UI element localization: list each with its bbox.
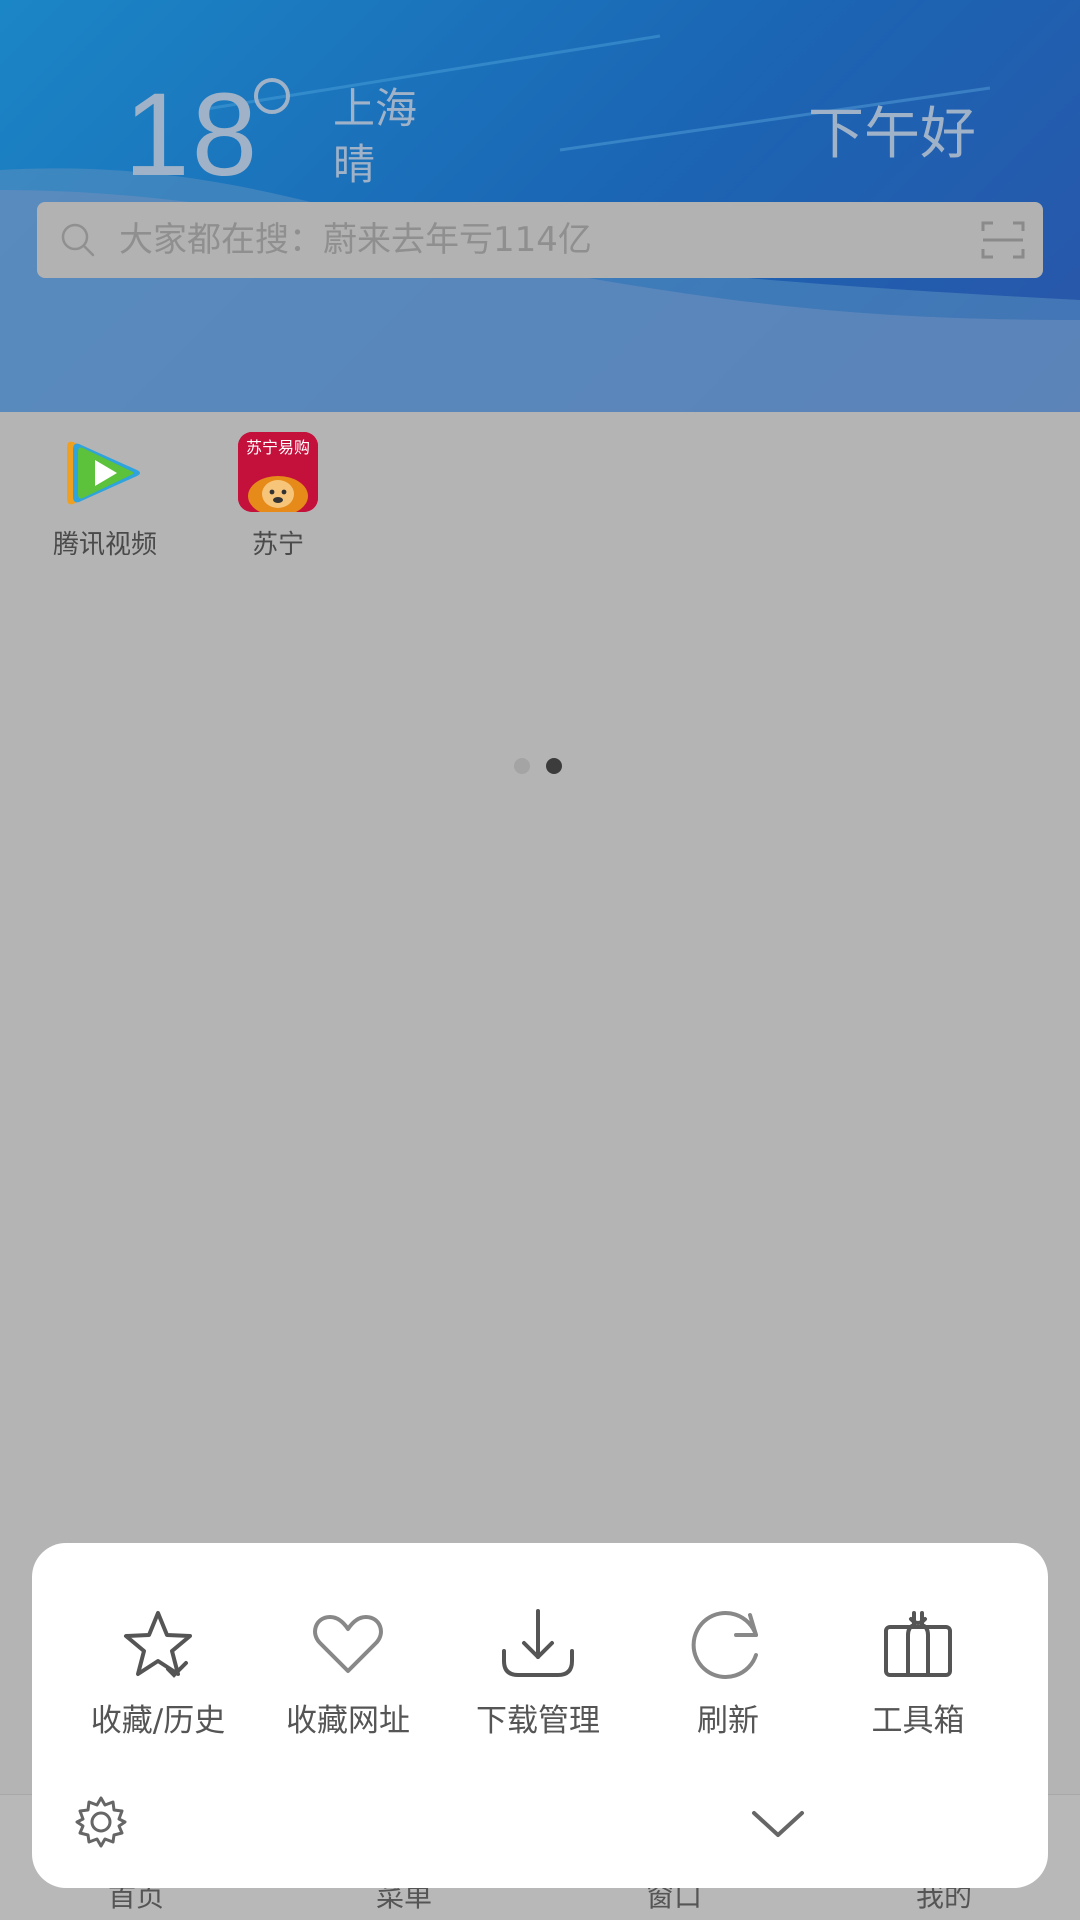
- temperature-value[interactable]: 18: [124, 70, 259, 200]
- star-check-icon: [124, 1611, 192, 1678]
- menu-refresh[interactable]: 刷新: [633, 1605, 823, 1741]
- menu-favorite-url[interactable]: 收藏网址: [253, 1605, 443, 1741]
- search-icon: [61, 223, 95, 257]
- tencent-video-icon: [65, 432, 145, 512]
- page-dot-active[interactable]: [546, 758, 562, 774]
- menu-label: 下载管理: [476, 1703, 600, 1739]
- chevron-down-icon[interactable]: [748, 1805, 808, 1841]
- suning-logo-text: 苏宁易购: [245, 438, 310, 457]
- shortcut-tencent-video[interactable]: 腾讯视频: [25, 432, 185, 562]
- download-icon: [502, 1609, 574, 1677]
- shortcut-suning[interactable]: 苏宁易购 苏宁: [198, 432, 358, 562]
- greeting-text: 下午好: [808, 102, 976, 167]
- degree-icon: [254, 78, 290, 114]
- heart-icon: [313, 1615, 383, 1673]
- menu-download-manager[interactable]: 下载管理: [443, 1605, 633, 1741]
- menu-label: 收藏网址: [286, 1703, 410, 1739]
- gear-icon[interactable]: [74, 1795, 128, 1849]
- menu-label: 刷新: [697, 1703, 759, 1739]
- scan-icon[interactable]: [981, 219, 1025, 261]
- suning-icon: 苏宁易购: [238, 432, 318, 512]
- refresh-icon: [691, 1611, 758, 1679]
- browser-home-screen: 18 上海 晴 下午好 大家都在搜：蔚来去年亏114亿 腾讯视频 苏宁易购 苏宁…: [0, 0, 1080, 1920]
- shortcut-label: 苏宁: [251, 530, 304, 560]
- weather-condition[interactable]: 晴: [333, 140, 375, 190]
- shortcut-label: 腾讯视频: [52, 530, 157, 560]
- menu-label: 工具箱: [871, 1703, 965, 1739]
- weather-city[interactable]: 上海: [333, 84, 417, 134]
- bottom-menu-panel: 收藏/历史 收藏网址 下载管理 刷新 工具箱: [32, 1543, 1048, 1888]
- menu-bookmarks-history[interactable]: 收藏/历史: [63, 1605, 253, 1741]
- menu-toolbox[interactable]: 工具箱: [823, 1605, 1013, 1741]
- toolbox-icon: [884, 1611, 952, 1677]
- search-placeholder[interactable]: 大家都在搜：蔚来去年亏114亿: [119, 202, 592, 278]
- weather-header: 18 上海 晴 下午好 大家都在搜：蔚来去年亏114亿: [0, 0, 1080, 412]
- page-dot[interactable]: [514, 758, 530, 774]
- menu-label: 收藏/历史: [90, 1703, 226, 1739]
- search-bar[interactable]: 大家都在搜：蔚来去年亏114亿: [37, 202, 1043, 278]
